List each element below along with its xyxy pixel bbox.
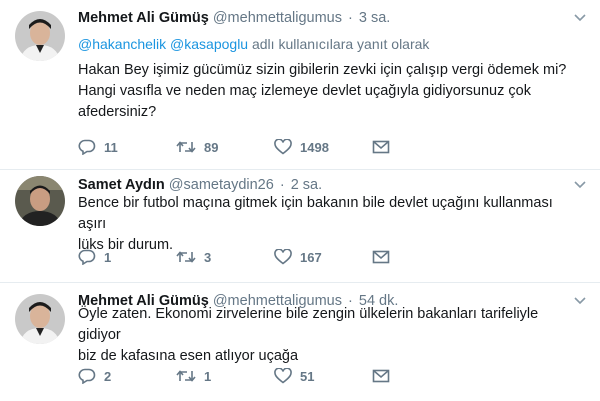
user-name[interactable]: Mehmet Ali Gümüş [78,10,209,26]
tweet-header: Samet Aydın @sametaydin26 · 2 sa. [78,176,560,194]
reply-icon [78,249,96,265]
tweet-text-line: Hangi vasıfla ve neden maç izlemeye devl… [78,83,531,99]
user-handle[interactable]: @mehmettaligumus [213,10,342,26]
heart-icon [274,139,292,155]
retweet-icon [176,141,196,153]
reply-count: 11 [104,139,118,155]
reply-icon [78,368,96,384]
mention-link[interactable]: @hakanchelik [78,36,166,52]
like-count: 1498 [300,139,329,155]
tweet[interactable]: Mehmet Ali Gümüş @mehmettaligumus · 3 sa… [0,0,600,170]
retweet-count: 89 [204,139,219,155]
like-count: 51 [300,368,315,384]
mention-link[interactable]: @kasapoglu [170,36,248,52]
avatar[interactable] [15,176,65,226]
like-button[interactable]: 1498 [274,139,372,155]
retweet-icon [176,251,196,263]
envelope-icon [372,250,390,264]
timestamp[interactable]: 2 sa. [291,177,322,193]
like-button[interactable]: 51 [274,368,372,384]
reply-count: 1 [104,249,112,265]
tweet-text: Öyle zaten. Ekonomi zirvelerine bile zen… [78,304,582,367]
separator: · [348,10,353,26]
chevron-down-icon[interactable] [574,14,586,22]
reply-context-suffix: adlı kullanıcılara yanıt olarak [251,36,430,52]
tweet-header: Mehmet Ali Gümüş @mehmettaligumus · 3 sa… [78,9,560,27]
like-button[interactable]: 167 [274,249,372,265]
tweet-actions: 2 1 51 [78,366,470,386]
tweet-text-line: Öyle zaten. Ekonomi zirvelerine bile zen… [78,306,539,343]
tweet-text-line: Bence bir futbol maçına gitmek için baka… [78,195,553,232]
message-button[interactable] [372,139,470,155]
avatar[interactable] [15,11,65,61]
avatar[interactable] [15,294,65,344]
retweet-button[interactable]: 3 [176,249,274,265]
message-button[interactable] [372,368,470,384]
retweet-button[interactable]: 1 [176,368,274,384]
timestamp[interactable]: 3 sa. [359,10,390,26]
retweet-count: 3 [204,249,212,265]
like-count: 167 [300,249,322,265]
tweet[interactable]: Samet Aydın @sametaydin26 · 2 sa. Bence … [0,170,600,283]
user-handle[interactable]: @sametaydin26 [169,177,274,193]
reply-button[interactable]: 2 [78,368,176,384]
retweet-count: 1 [204,368,212,384]
reply-count: 2 [104,368,112,384]
message-button[interactable] [372,249,470,265]
envelope-icon [372,140,390,154]
tweet-text: Hakan Bey işimiz gücümüz sizin gibilerin… [78,60,582,123]
heart-icon [274,368,292,384]
tweet[interactable]: Mehmet Ali Gümüş @mehmettaligumus · 54 d… [0,283,600,401]
tweet-text-line: Hakan Bey işimiz gücümüz sizin gibilerin… [78,62,567,78]
heart-icon [274,249,292,265]
reply-icon [78,139,96,155]
reply-button[interactable]: 11 [78,139,176,155]
reply-button[interactable]: 1 [78,249,176,265]
chevron-down-icon[interactable] [574,181,586,189]
retweet-button[interactable]: 89 [176,139,274,155]
retweet-icon [176,370,196,382]
envelope-icon [372,369,390,383]
reply-context: @hakanchelik @kasapoglu adlı kullanıcıla… [78,36,429,52]
tweet-text-line: biz de kafasına esen atlıyor uçağa [78,348,299,364]
user-name[interactable]: Samet Aydın [78,177,165,193]
tweet-text-line: afedersiniz? [78,104,157,120]
tweet-actions: 11 89 1498 [78,137,470,157]
separator: · [279,177,285,193]
tweet-actions: 1 3 167 [78,247,470,267]
